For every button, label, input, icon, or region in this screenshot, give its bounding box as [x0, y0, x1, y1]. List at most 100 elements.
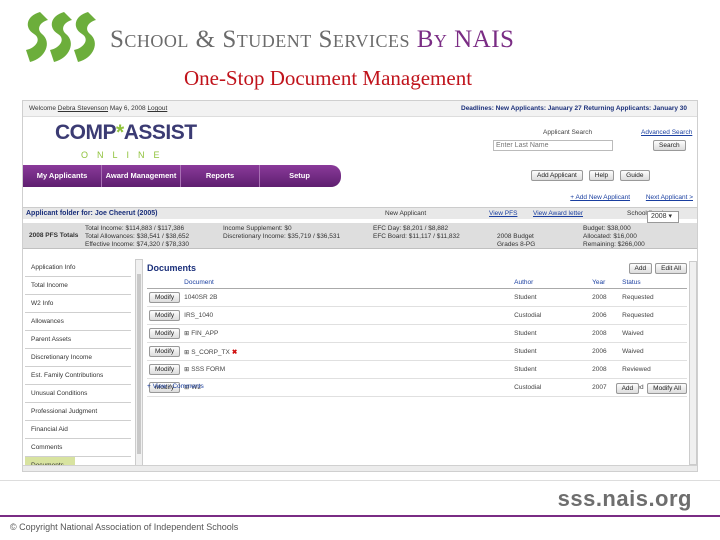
table-row: Modify ⊞ S_CORP_TX ✖ Student 2006 Waived — [147, 342, 687, 361]
sidebar-scrollbar[interactable] — [135, 259, 143, 471]
table-header-status[interactable]: Status — [620, 277, 687, 289]
modify-button[interactable]: Modify — [149, 364, 181, 375]
document-author: Student — [512, 324, 591, 343]
sidebar-item-parent-assets[interactable]: Parent Assets — [25, 331, 131, 349]
guide-button[interactable]: Guide — [620, 170, 650, 181]
document-year: 2008 — [590, 324, 621, 343]
document-year: 2006 — [590, 342, 621, 361]
applicant-search: Applicant Search Advanced Search Search — [493, 129, 693, 159]
footer-buttons: Add Modify All — [615, 383, 687, 394]
main-scrollbar[interactable] — [689, 261, 697, 465]
add-footer-button[interactable]: Add — [615, 383, 640, 394]
toolbar: Add Applicant Help Guide — [531, 170, 650, 181]
search-button[interactable]: Search — [653, 140, 686, 151]
document-author: Custodial — [512, 306, 591, 325]
deadlines-text: Deadlines: New Applicants: January 27 Re… — [461, 105, 687, 112]
nav-setup[interactable]: Setup — [260, 165, 339, 187]
document-author: Student — [512, 360, 591, 379]
site-url: sss.nais.org — [557, 486, 692, 511]
next-applicant-link[interactable]: Next Applicant > — [646, 194, 693, 201]
expand-icon[interactable]: ⊞ — [184, 350, 189, 356]
applicant-folder-bar: Applicant folder for: Joe Cheerut (2005)… — [23, 207, 697, 219]
table-row: Modify ⊞W2 Custodial 2007 Waived — [147, 378, 687, 397]
user-link[interactable]: Debra Stevenson — [58, 105, 108, 112]
table-row: Modify ⊞ FIN_APP Student 2008 Waived — [147, 324, 687, 343]
view-pfs-link[interactable]: View PFS — [489, 210, 517, 217]
nav-reports[interactable]: Reports — [181, 165, 260, 187]
nav-my-applicants[interactable]: My Applicants — [23, 165, 102, 187]
sidebar-item-discretionary-income[interactable]: Discretionary Income — [25, 349, 131, 367]
view-comments-link[interactable]: + View - Comments — [147, 383, 204, 390]
sidebar-item-application-info[interactable]: Application Info — [25, 259, 131, 277]
documents-table: Document Author Year Status Modify 1040S… — [147, 277, 687, 397]
add-applicant-button[interactable]: Add Applicant — [531, 170, 583, 181]
modify-button[interactable]: Modify — [149, 310, 181, 321]
budget-year: 2008 Budget — [497, 233, 534, 240]
logout-link[interactable]: Logout — [147, 105, 167, 112]
view-award-link[interactable]: View Award letter — [533, 210, 583, 217]
search-input[interactable] — [493, 140, 613, 151]
table-header-action — [147, 277, 183, 289]
document-name: IRS_1040 — [184, 312, 214, 319]
grades-range: Grades 8-PG — [497, 241, 536, 248]
modify-button[interactable]: Modify — [149, 346, 181, 357]
expand-icon[interactable]: ⊞ — [184, 331, 189, 337]
efc-day: EFC Day: $8,201 / $8,882 — [373, 225, 449, 232]
document-name: SSS FORM — [191, 366, 226, 373]
scroll-thumb[interactable] — [137, 274, 141, 454]
efc-board: EFC Board: $11,117 / $11,832 — [373, 233, 460, 240]
table-row: Modify IRS_1040 Custodial 2006 Requested — [147, 306, 687, 325]
total-income: Total Income: $114,883 / $117,386 — [85, 225, 185, 232]
table-header-year[interactable]: Year — [590, 277, 621, 289]
sidebar-item-professional-judgment[interactable]: Professional Judgment — [25, 403, 131, 421]
top-bar: Welcome Debra Stevenson May 6, 2008 Logo… — [23, 101, 697, 117]
document-year: 2006 — [590, 306, 621, 325]
table-row: Modify 1040SR 2B Student 2008 Requested — [147, 288, 687, 307]
expand-icon[interactable]: ⊞ — [184, 367, 189, 373]
welcome-text: Welcome Debra Stevenson May 6, 2008 Logo… — [29, 105, 168, 112]
sidebar-item-total-income[interactable]: Total Income — [25, 277, 131, 295]
add-document-button[interactable]: Add — [628, 263, 653, 274]
modify-button[interactable]: Modify — [149, 292, 181, 303]
sidebar-item-unusual-conditions[interactable]: Unusual Conditions — [25, 385, 131, 403]
sidebar-item-allowances[interactable]: Allowances — [25, 313, 131, 331]
pfs-summary: 2008 PFS Totals Total Income: $114,883 /… — [23, 223, 697, 249]
allocated-value: Allocated: $16,000 — [583, 233, 637, 240]
remaining-value: Remaining: $266,000 — [583, 241, 645, 248]
help-button[interactable]: Help — [588, 170, 615, 181]
document-author: Student — [512, 288, 591, 307]
document-status: Waived — [620, 342, 687, 361]
pfs-totals-label: 2008 PFS Totals — [29, 232, 79, 239]
document-author: Custodial — [512, 378, 591, 397]
slide-title: One-Stop Document Management — [183, 66, 473, 90]
document-year: 2008 — [590, 288, 621, 307]
sidebar-item-financial-aid[interactable]: Financial Aid — [25, 421, 131, 439]
new-applicant-label: New Applicant — [385, 210, 427, 217]
delete-icon[interactable]: ✖ — [232, 349, 237, 356]
modify-all-button[interactable]: Modify All — [647, 383, 687, 394]
sss-logo-icon — [26, 12, 96, 62]
document-author: Student — [512, 342, 591, 361]
discretionary-income: Discretionary Income: $35,719 / $36,531 — [223, 233, 341, 240]
add-new-applicant-link[interactable]: + Add New Applicant — [570, 194, 630, 201]
modify-button[interactable]: Modify — [149, 328, 181, 339]
chevron-down-icon: ▾ — [668, 213, 673, 220]
nav-award-management[interactable]: Award Management — [102, 165, 181, 187]
compassist-online-label: ONLINE — [81, 150, 169, 160]
sidebar-item-w2-info[interactable]: W2 Info — [25, 295, 131, 313]
horizontal-scrollbar[interactable] — [23, 465, 697, 471]
table-header-author[interactable]: Author — [512, 277, 591, 289]
sidebar-item-family-contributions[interactable]: Est. Family Contributions — [25, 367, 131, 385]
fiscal-year-select[interactable]: 2008 ▾ — [647, 211, 679, 223]
document-status: Waived — [620, 324, 687, 343]
advanced-search-link[interactable]: Advanced Search — [641, 129, 692, 136]
footer-bar — [0, 515, 720, 517]
sidebar-item-comments[interactable]: Comments — [25, 439, 131, 457]
table-row: Modify ⊞ SSS FORM Student 2008 Reviewed — [147, 360, 687, 379]
table-header-row: Document Author Year Status — [147, 277, 687, 289]
edit-all-button[interactable]: Edit All — [655, 263, 687, 274]
budget-value: Budget: $38,000 — [583, 225, 631, 232]
document-year: 2008 — [590, 360, 621, 379]
table-header-document[interactable]: Document — [182, 277, 513, 289]
document-status: Requested — [620, 288, 687, 307]
